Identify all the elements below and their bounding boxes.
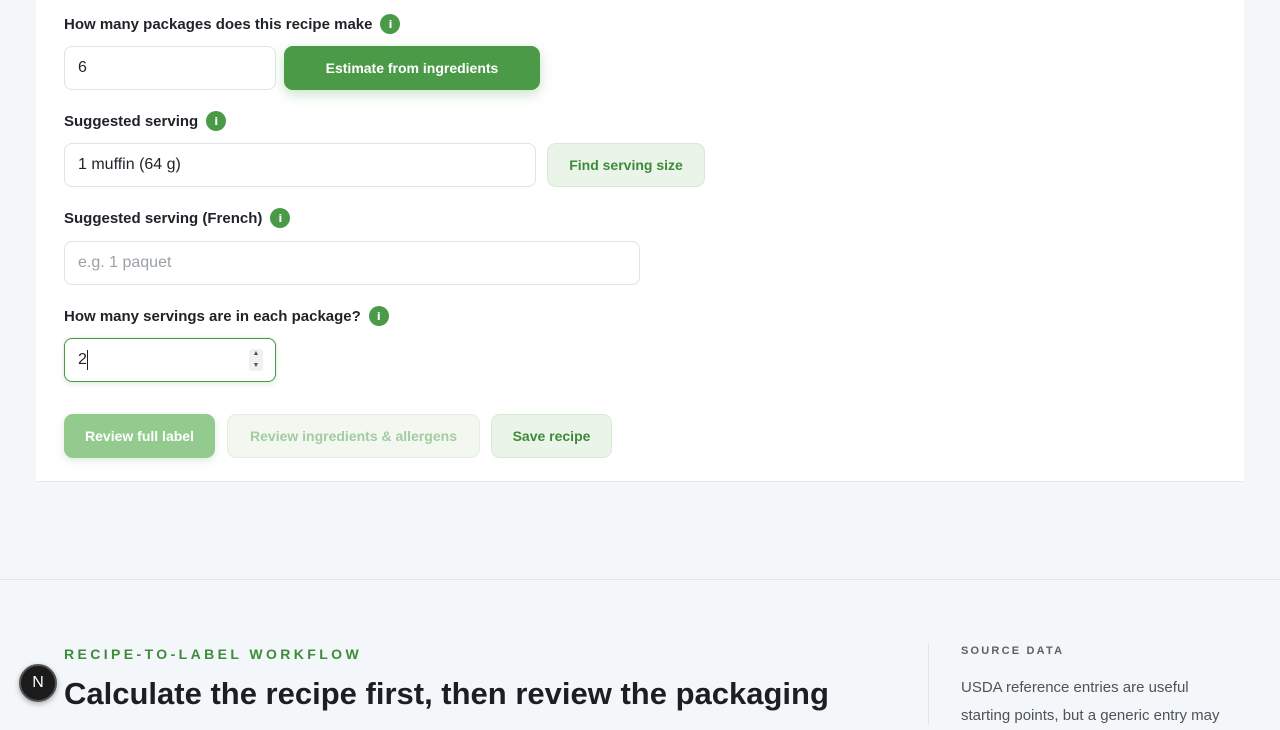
- packages-label: How many packages does this recipe make: [64, 15, 373, 33]
- info-icon[interactable]: i: [270, 208, 291, 228]
- packages-input[interactable]: [64, 46, 276, 90]
- section-divider: [0, 579, 1280, 580]
- info-icon[interactable]: i: [368, 306, 389, 326]
- workflow-headline: Calculate the recipe first, then review …: [64, 676, 829, 711]
- estimate-from-ingredients-button[interactable]: Estimate from ingredients: [284, 46, 540, 90]
- text-caret: [87, 350, 88, 370]
- column-divider: [928, 644, 929, 724]
- packages-label-row: How many packages does this recipe make …: [64, 13, 401, 35]
- source-data-title: SOURCE DATA: [961, 645, 1065, 657]
- servings-per-package-input[interactable]: [64, 338, 276, 382]
- source-data-text: USDA reference entries are useful starti…: [961, 679, 1220, 724]
- save-recipe-button[interactable]: Save recipe: [491, 414, 612, 458]
- review-full-label-button[interactable]: Review full label: [64, 414, 215, 458]
- servings-per-package-label: How many servings are in each package?: [64, 307, 361, 325]
- serving-input[interactable]: [64, 143, 536, 187]
- chevron-up-icon[interactable]: ▲: [253, 349, 260, 359]
- review-ingredients-allergens-button[interactable]: Review ingredients & allergens: [227, 414, 480, 458]
- info-icon[interactable]: i: [380, 14, 401, 34]
- serving-fr-label-row: Suggested serving (French) i: [64, 207, 291, 229]
- number-stepper[interactable]: ▲ ▼: [249, 349, 263, 371]
- workflow-eyebrow: RECIPE-TO-LABEL WORKFLOW: [64, 646, 363, 662]
- chevron-down-icon[interactable]: ▼: [253, 361, 260, 371]
- info-icon[interactable]: i: [206, 111, 227, 131]
- n-logo-icon[interactable]: N: [19, 664, 57, 702]
- servings-per-package-label-row: How many servings are in each package? i: [64, 305, 389, 327]
- find-serving-size-button[interactable]: Find serving size: [547, 143, 705, 187]
- serving-label: Suggested serving: [64, 112, 199, 130]
- serving-fr-label: Suggested serving (French): [64, 209, 263, 227]
- serving-label-row: Suggested serving i: [64, 110, 227, 132]
- serving-fr-input[interactable]: [64, 241, 640, 285]
